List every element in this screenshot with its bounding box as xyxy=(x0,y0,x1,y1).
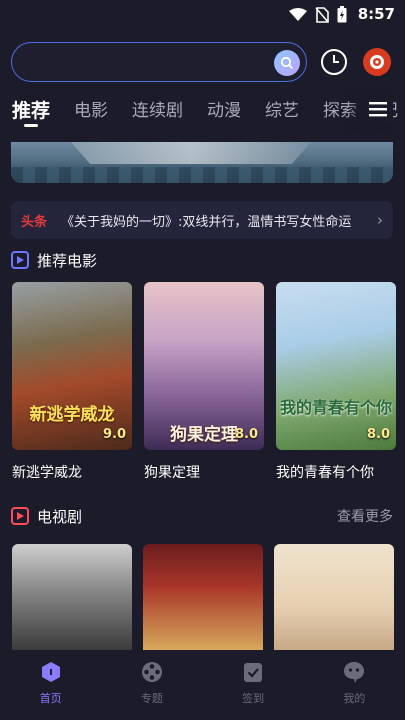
tab-movies[interactable]: 电影 xyxy=(74,96,108,130)
search-row xyxy=(11,42,405,82)
category-menu-button[interactable] xyxy=(367,100,393,122)
movie-section-icon xyxy=(11,251,29,269)
banner-image-ship xyxy=(71,142,311,164)
movie-poster[interactable]: 我的青春有个你 8.0 xyxy=(276,282,396,450)
movies-section-title: 推荐电影 xyxy=(37,251,98,270)
nav-topics[interactable]: 专题 xyxy=(101,650,202,720)
movie-title[interactable]: 我的青春有个你 xyxy=(276,462,374,482)
tab-explore[interactable]: 探索 xyxy=(323,96,357,130)
tv-poster[interactable] xyxy=(143,544,263,650)
tv-poster[interactable] xyxy=(274,544,394,650)
status-icons xyxy=(289,6,347,23)
tab-variety[interactable]: 综艺 xyxy=(265,96,299,130)
tv-poster[interactable] xyxy=(12,544,132,650)
profile-icon xyxy=(342,660,366,684)
avatar-icon xyxy=(370,55,384,69)
search-icon xyxy=(280,56,294,70)
banner-image-sea xyxy=(11,167,393,183)
movie-score: 9.0 xyxy=(102,427,126,442)
movie-title[interactable]: 新逃学威龙 xyxy=(12,462,82,482)
movie-score: 8.0 xyxy=(234,427,258,442)
user-avatar-button[interactable] xyxy=(363,48,391,76)
news-tag: 头条 xyxy=(21,214,48,230)
nav-home[interactable]: 首页 xyxy=(0,650,101,720)
nav-home-label: 首页 xyxy=(39,692,62,705)
history-button[interactable] xyxy=(320,48,348,76)
nav-checkin-label: 签到 xyxy=(242,692,265,705)
news-headline[interactable]: 《关于我妈的一切》:双线并行，温情书写女性命运 xyxy=(61,211,361,230)
nav-checkin[interactable]: 签到 xyxy=(203,650,304,720)
tab-series[interactable]: 连续剧 xyxy=(132,96,183,130)
movie-title[interactable]: 狗果定理 xyxy=(144,462,200,482)
movie-poster[interactable]: 新逃学威龙 9.0 xyxy=(12,282,132,450)
search-input[interactable] xyxy=(11,42,307,82)
clock-icon xyxy=(321,49,347,75)
banner-carousel[interactable] xyxy=(11,142,393,183)
news-ticker[interactable]: 头条 《关于我妈的一切》:双线并行，温情书写女性命运 › xyxy=(11,201,393,239)
tv-section-header: 电视剧 查看更多 xyxy=(11,504,393,528)
view-more-link[interactable]: 查看更多 xyxy=(337,506,393,526)
nav-profile-label: 我的 xyxy=(343,692,366,705)
nav-topics-label: 专题 xyxy=(140,692,163,705)
bottom-navigation: 首页 专题 签到 我的 xyxy=(0,650,405,720)
chevron-right-icon[interactable]: › xyxy=(377,211,383,229)
no-sim-icon xyxy=(315,6,329,23)
poster-art-title: 新逃学威龙 xyxy=(29,405,115,425)
movies-section-header: 推荐电影 xyxy=(11,248,393,272)
battery-icon xyxy=(337,6,347,23)
status-time: 8:57 xyxy=(357,5,395,23)
wifi-icon xyxy=(289,7,307,21)
tab-anime[interactable]: 动漫 xyxy=(207,96,241,130)
movie-poster[interactable]: 狗果定理 8.0 xyxy=(144,282,264,450)
film-reel-icon xyxy=(140,660,164,684)
active-tab-indicator xyxy=(24,124,38,127)
nav-profile[interactable]: 我的 xyxy=(304,650,405,720)
search-button[interactable] xyxy=(274,50,300,76)
home-icon xyxy=(39,660,63,684)
movie-score: 8.0 xyxy=(366,427,390,442)
checkin-icon xyxy=(241,660,265,684)
tv-section-icon xyxy=(11,507,29,525)
status-bar: 8:57 xyxy=(0,0,405,30)
menu-icon xyxy=(369,102,387,117)
poster-art-title: 我的青春有个你 xyxy=(279,398,392,417)
category-tabs: 推荐 电影 连续剧 动漫 综艺 探索 纪 xyxy=(12,96,405,130)
tv-section-title: 电视剧 xyxy=(37,507,83,526)
